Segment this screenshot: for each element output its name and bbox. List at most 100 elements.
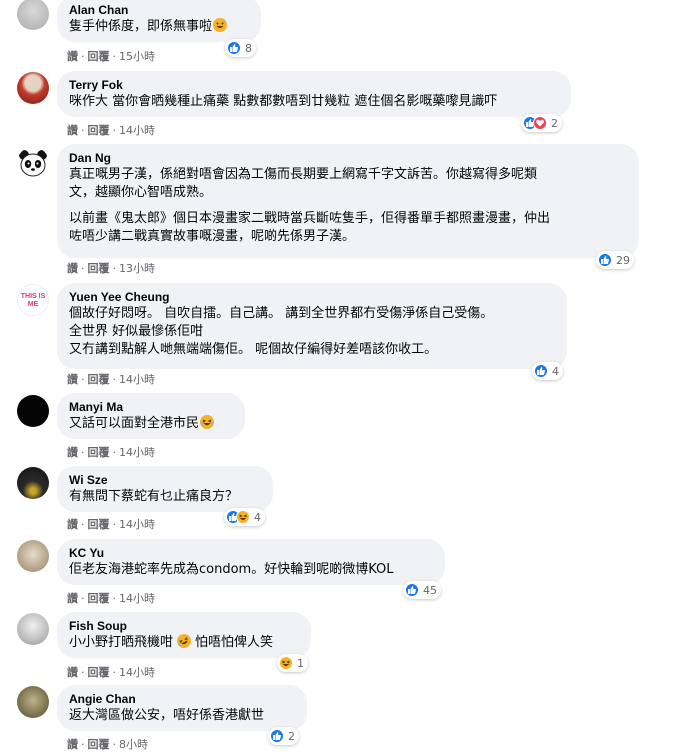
comment-text: 全世界 好似最慘係佢咁 (69, 324, 204, 339)
reaction-summary[interactable]: 2 (521, 114, 562, 132)
avatar-text: THIS IS ME (20, 293, 46, 308)
reply-link[interactable]: 回覆 (88, 666, 110, 680)
reaction-summary[interactable]: 2 (268, 727, 299, 745)
avatar[interactable] (17, 72, 49, 104)
like-reaction-icon (534, 364, 548, 378)
reaction-summary[interactable]: 45 (403, 581, 441, 599)
comment-text: 個故仔好悶呀。 自吹自擂。自己講。 講到全世界都冇受傷淨係自己受傷。 (69, 306, 494, 321)
reaction-summary[interactable]: 8 (225, 39, 256, 57)
commenter-name[interactable]: Dan Ng (69, 150, 627, 166)
comment-bubble: Manyi Ma 又話可以面對全港市民 (57, 393, 245, 439)
timestamp[interactable]: 15小時 (119, 50, 155, 64)
reply-link[interactable]: 回覆 (88, 50, 110, 64)
reply-link[interactable]: 回覆 (88, 446, 110, 460)
comment-text: 怕唔怕俾人笑 (195, 635, 274, 650)
reply-link[interactable]: 回覆 (88, 262, 110, 276)
timestamp[interactable]: 14小時 (119, 124, 155, 138)
avatar[interactable]: THIS IS ME (17, 284, 49, 316)
like-reaction-icon (227, 41, 241, 55)
sweat-smile-emoji (213, 18, 228, 32)
rofl-emoji (174, 631, 194, 651)
comment-meta: 讚 · 回覆 · 14小時 (67, 592, 155, 606)
timestamp[interactable]: 13小時 (119, 262, 155, 276)
laughing-tears-emoji (200, 415, 215, 429)
timestamp[interactable]: 14小時 (119, 446, 155, 460)
haha-reaction-icon (279, 656, 293, 670)
like-reaction-icon (405, 583, 419, 597)
like-link[interactable]: 讚 (67, 666, 78, 680)
like-link[interactable]: 讚 (67, 262, 78, 276)
like-link[interactable]: 讚 (67, 592, 78, 606)
like-link[interactable]: 讚 (67, 446, 78, 460)
comment-meta: 讚 · 回覆 · 8小時 (67, 738, 148, 752)
comment-meta: 讚 · 回覆 · 14小時 (67, 124, 155, 138)
comment-text: 又冇講到點解人哋無端端傷佢。 呢個故仔編得好差唔該你收工。 (69, 342, 438, 357)
timestamp[interactable]: 14小時 (119, 666, 155, 680)
comment-bubble: Wi Sze 有無問下蔡蛇有乜止痛良方？ (57, 466, 273, 512)
comment-bubble: Dan Ng 真正嘅男子漢，係絕對唔會因為工傷而長期要上網寫千字文訴苦。你越寫得… (57, 144, 639, 258)
comment-meta: 讚 · 回覆 · 13小時 (67, 262, 155, 276)
commenter-name[interactable]: Terry Fok (69, 77, 559, 93)
comment-bubble: Alan Chan 隻手仲係度，即係無事啦 (57, 0, 261, 42)
avatar[interactable] (17, 467, 49, 499)
like-reaction-icon (598, 253, 612, 267)
commenter-name[interactable]: Fish Soup (69, 618, 299, 634)
reaction-summary[interactable]: 4 (224, 508, 265, 526)
comment-text: 咪作大 當你會晒幾種止痛藥 點數都數唔到廿幾粒 遮住個名影嘅藥嚟見識吓 (69, 94, 498, 109)
comment-text: 有無問下蔡蛇有乜止痛良方？ (69, 489, 239, 504)
reply-link[interactable]: 回覆 (88, 373, 110, 387)
avatar[interactable] (17, 686, 49, 718)
comment-bubble: KC Yu 佢老友海港蛇率先成為condom。好快輪到呢啲微博KOL (57, 539, 445, 585)
like-link[interactable]: 讚 (67, 373, 78, 387)
comment-meta: 讚 · 回覆 · 14小時 (67, 518, 155, 532)
timestamp[interactable]: 14小時 (119, 518, 155, 532)
reaction-count: 4 (254, 510, 261, 524)
comment-meta: 讚 · 回覆 · 14小時 (67, 666, 155, 680)
like-reaction-icon (270, 729, 284, 743)
reaction-count: 1 (297, 656, 304, 670)
comment-bubble: Fish Soup 小小野打晒飛機咁 怕唔怕俾人笑 (57, 612, 311, 658)
commenter-name[interactable]: Alan Chan (69, 2, 249, 18)
avatar[interactable] (17, 0, 49, 30)
avatar[interactable] (17, 540, 49, 572)
comment-text: 以前畫《鬼太郎》個日本漫畫家二戰時當兵斷咗隻手，佢得番單手都照畫漫畫，仲出 (69, 211, 551, 226)
reply-link[interactable]: 回覆 (88, 592, 110, 606)
avatar[interactable] (17, 395, 49, 427)
comment-meta: 讚 · 回覆 · 15小時 (67, 50, 155, 64)
commenter-name[interactable]: Manyi Ma (69, 399, 233, 415)
comment-text: 真正嘅男子漢，係絕對唔會因為工傷而長期要上網寫千字文訴苦。你越寫得多呢類 (69, 167, 538, 182)
reaction-count: 2 (288, 729, 295, 743)
comment-text: 隻手仲係度，即係無事啦 (69, 19, 213, 34)
reaction-count: 45 (423, 583, 437, 597)
comment-bubble: Yuen Yee Cheung 個故仔好悶呀。 自吹自擂。自己講。 講到全世界都… (57, 283, 567, 369)
reaction-summary[interactable]: 29 (596, 251, 634, 269)
reaction-count: 29 (616, 253, 630, 267)
haha-reaction-icon (236, 510, 250, 524)
commenter-name[interactable]: KC Yu (69, 545, 433, 561)
reaction-count: 2 (551, 116, 558, 130)
like-link[interactable]: 讚 (67, 738, 78, 752)
commenter-name[interactable]: Wi Sze (69, 472, 261, 488)
comment-text: 佢老友海港蛇率先成為condom。好快輪到呢啲微博KOL (69, 562, 394, 577)
commenter-name[interactable]: Yuen Yee Cheung (69, 289, 555, 305)
reply-link[interactable]: 回覆 (88, 738, 110, 752)
reaction-summary[interactable]: 4 (532, 362, 563, 380)
comment-text: 又話可以面對全港市民 (69, 416, 200, 431)
reaction-count: 4 (552, 364, 559, 378)
commenter-name[interactable]: Angie Chan (69, 691, 295, 707)
reaction-summary[interactable]: 1 (277, 654, 308, 672)
like-link[interactable]: 讚 (67, 124, 78, 138)
love-reaction-icon (533, 116, 547, 130)
avatar[interactable] (17, 613, 49, 645)
timestamp[interactable]: 14小時 (119, 373, 155, 387)
like-link[interactable]: 讚 (67, 518, 78, 532)
reply-link[interactable]: 回覆 (88, 124, 110, 138)
comment-meta: 讚 · 回覆 · 14小時 (67, 373, 155, 387)
timestamp[interactable]: 8小時 (119, 738, 148, 752)
like-link[interactable]: 讚 (67, 50, 78, 64)
comment-text: 文，越顯你心智唔成熟。 (69, 185, 213, 200)
reply-link[interactable]: 回覆 (88, 518, 110, 532)
timestamp[interactable]: 14小時 (119, 592, 155, 606)
comment-meta: 讚 · 回覆 · 14小時 (67, 446, 155, 460)
panda-avatar[interactable] (17, 147, 49, 179)
